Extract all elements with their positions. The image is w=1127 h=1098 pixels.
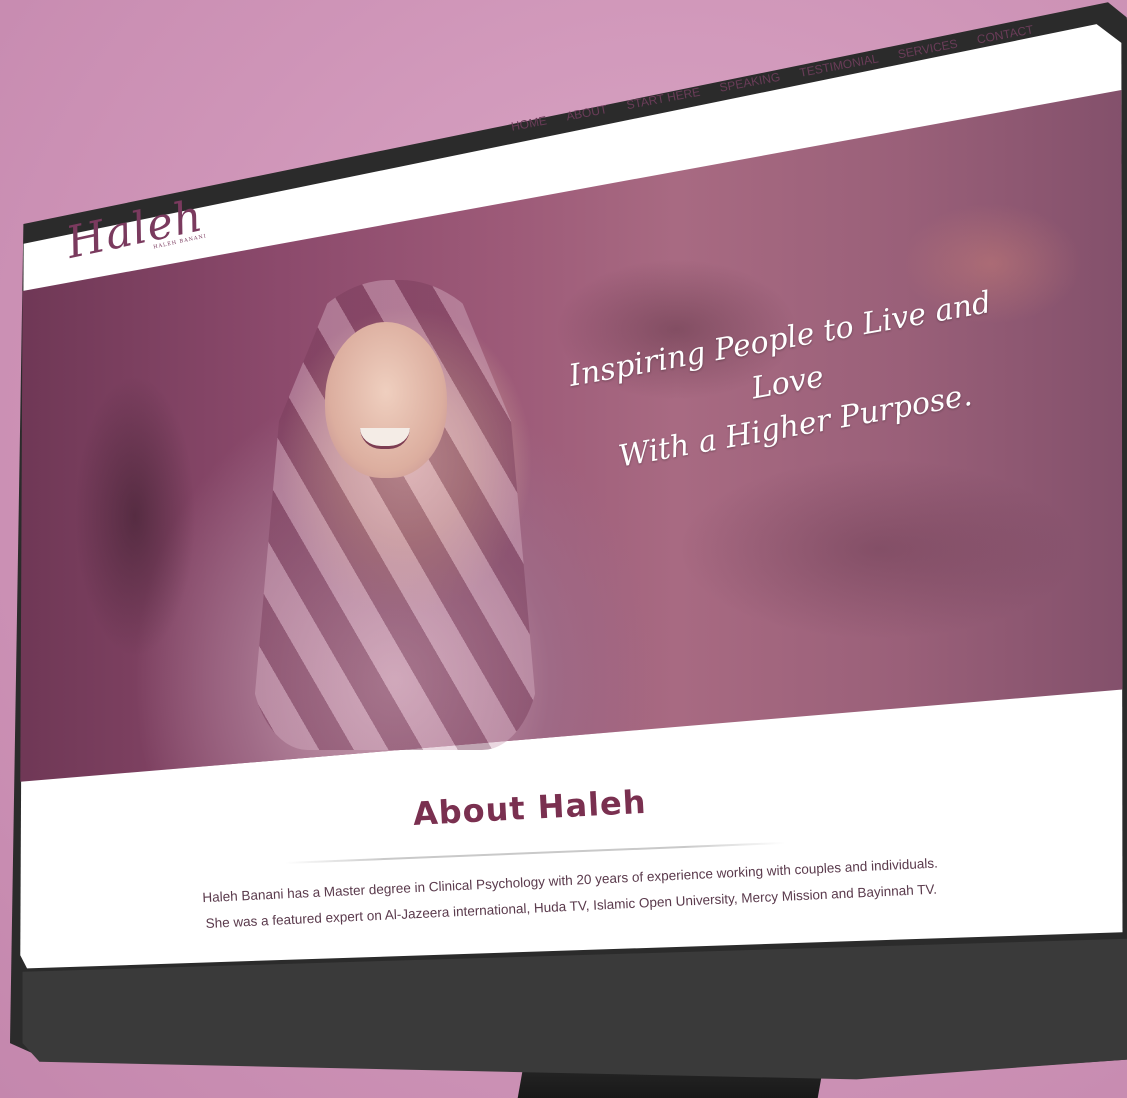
mockup-scene: Inspiring People to Live and Love With a… [0, 0, 1127, 1098]
monitor: Inspiring People to Live and Love With a… [0, 0, 1127, 1098]
hero-person-face [325, 322, 447, 478]
